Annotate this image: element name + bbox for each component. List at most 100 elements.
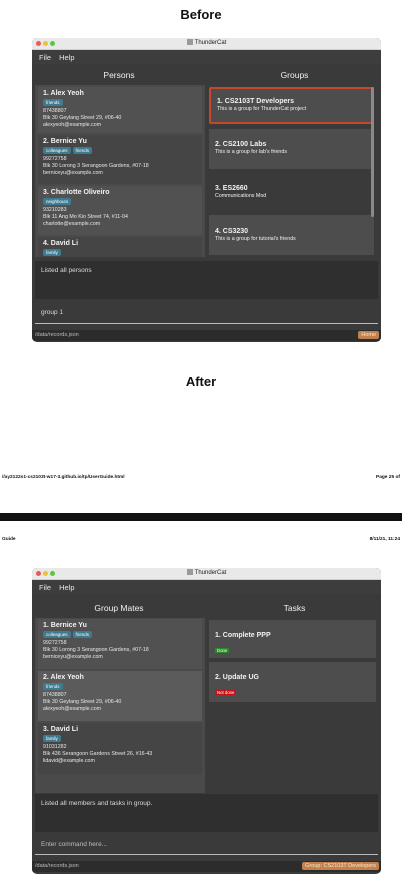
person-email: alexyeoh@example.com <box>43 122 102 128</box>
group-card[interactable]: 4. CS3230 This is a group for tutorial's… <box>209 215 374 255</box>
group-name: 3. ES2660 <box>215 185 248 192</box>
menu-file[interactable]: File <box>39 583 51 592</box>
command-box[interactable]: group 1 <box>35 304 378 324</box>
person-name: 2. Bernice Yu <box>43 138 87 145</box>
person-phone: 87438807 <box>43 692 67 698</box>
groups-scrollbar[interactable] <box>371 87 374 217</box>
tag-badge: friends <box>43 683 63 690</box>
group-description: This is a group for lab's friends <box>215 149 287 155</box>
person-email: lidavid@example.com <box>43 758 95 764</box>
person-address: Blk 30 Geylang Street 29, #06-40 <box>43 699 122 705</box>
group-card[interactable]: 3. ES2660 Communications Mod <box>209 173 374 213</box>
person-phone: 99272758 <box>43 156 67 162</box>
person-phone: 99272758 <box>43 640 67 646</box>
person-card[interactable]: 2. Alex Yeoh friends 87438807 Blk 30 Gey… <box>38 671 202 721</box>
window-title: ThunderCat <box>32 569 381 576</box>
persons-header: Persons <box>103 70 135 80</box>
person-address: Blk 11 Ang Mo Kio Street 74, #11-04 <box>43 214 128 220</box>
tag-badge: family <box>43 249 61 256</box>
person-name: 4. David Li <box>43 240 79 247</box>
result-display: Listed all persons <box>35 261 378 299</box>
tasks-header: Tasks <box>283 603 306 613</box>
task-card[interactable]: 2. Update UG Not done <box>209 662 376 702</box>
group-card-selected[interactable]: 1. CS2103T Developers This is a group fo… <box>209 87 374 124</box>
window-title-text: ThunderCat <box>194 570 227 576</box>
tasks-list[interactable]: 1. Complete PPP Done 2. Update UG Not do… <box>209 618 376 793</box>
person-card[interactable]: 1. Alex Yeoh friends 87438807 Blk 30 Gey… <box>38 87 202 133</box>
menu-help[interactable]: Help <box>59 583 74 592</box>
persons-list[interactable]: 1. Alex Yeoh friends 87438807 Blk 30 Gey… <box>35 85 205 257</box>
person-address: Blk 30 Geylang Street 29, #06-40 <box>43 115 122 121</box>
window-title-text: ThunderCat <box>194 40 227 46</box>
tag-badge: colleagues <box>43 631 71 638</box>
pdf-left-label: Guide <box>2 537 16 542</box>
window-title: ThunderCat <box>32 39 381 46</box>
group-mates-list[interactable]: 1. Bernice Yu colleagues friends 99272758… <box>35 618 205 793</box>
person-email: berniceyu@example.com <box>43 170 103 176</box>
group-name: 1. CS2103T Developers <box>217 98 295 105</box>
tag-badge: friends <box>72 147 93 154</box>
person-address: Blk 30 Lorong 3 Serangoon Gardens, #07-1… <box>43 647 149 653</box>
page-divider <box>0 513 402 521</box>
pdf-date: 8/11/21, 11:24 <box>369 537 400 542</box>
after-app-window: ThunderCat File Help Group Mates Tasks 1… <box>32 568 381 874</box>
group-description: This is a group for ThunderCat project <box>217 106 307 112</box>
person-address: Blk 30 Lorong 3 Serangoon Gardens, #07-1… <box>43 163 149 169</box>
group-name: 2. CS2100 Labs <box>215 141 267 148</box>
after-heading: After <box>185 374 217 389</box>
pdf-url: //ay2122s1-cs2103t-w17-3.github.io/tp/Us… <box>2 475 125 480</box>
tag-badge: neighbours <box>43 198 72 205</box>
status-bar: /data/records.json Home <box>32 330 381 341</box>
person-name: 3. David Li <box>43 726 79 733</box>
person-card[interactable]: 3. David Li family 91031282 Blk 436 Sera… <box>38 723 202 774</box>
person-name: 1. Alex Yeoh <box>43 90 84 97</box>
command-input[interactable]: Enter command here... <box>35 836 378 855</box>
menu-bar: File Help <box>32 50 381 64</box>
person-email: berniceyu@example.com <box>43 654 103 660</box>
task-status-not-done: Not done <box>215 690 237 695</box>
person-phone: 87438807 <box>43 108 67 114</box>
person-email: charlotte@example.com <box>43 221 101 227</box>
person-card[interactable]: 2. Bernice Yu colleagues friends 99272758… <box>38 135 202 184</box>
app-icon <box>186 569 193 575</box>
task-status-done: Done <box>215 648 230 653</box>
title-bar: ThunderCat <box>32 38 381 50</box>
result-display: Listed all members and tasks in group. <box>35 794 378 832</box>
group-description: Communications Mod <box>215 193 267 199</box>
person-card[interactable]: 4. David Li family <box>38 237 202 257</box>
before-heading: Before <box>180 7 222 22</box>
title-bar: ThunderCat <box>32 568 381 580</box>
menu-file[interactable]: File <box>39 53 51 62</box>
task-card[interactable]: 1. Complete PPP Done <box>209 620 376 658</box>
groups-header: Groups <box>280 70 309 80</box>
group-name: 4. CS3230 <box>215 228 249 235</box>
group-card[interactable]: 2. CS2100 Labs This is a group for lab's… <box>209 129 374 169</box>
person-card[interactable]: 1. Bernice Yu colleagues friends 99272758… <box>38 619 202 669</box>
person-email: alexyeoh@example.com <box>43 706 102 712</box>
tag-badge: friends <box>43 99 63 106</box>
task-name: 1. Complete PPP <box>215 632 271 639</box>
person-phone: 93210283 <box>43 207 67 213</box>
person-name: 1. Bernice Yu <box>43 622 87 629</box>
person-name: 3. Charlotte Oliveiro <box>43 189 110 196</box>
tag-badge: friends <box>72 631 93 638</box>
person-address: Blk 436 Serangoon Gardens Street 26, #16… <box>43 751 153 757</box>
group-mates-header: Group Mates <box>94 603 144 613</box>
person-phone: 91031282 <box>43 744 67 750</box>
before-app-window: ThunderCat File Help Persons Groups 1. A… <box>32 38 381 342</box>
file-path: /data/records.json <box>35 332 79 338</box>
task-name: 2. Update UG <box>215 674 259 681</box>
menu-help[interactable]: Help <box>59 53 74 62</box>
status-bar: /data/records.json Group: CS2103T Develo… <box>32 861 381 872</box>
person-card[interactable]: 3. Charlotte Oliveiro neighbours 9321028… <box>38 186 202 235</box>
pdf-page-number: Page 25 of <box>376 475 400 480</box>
view-badge: Home <box>358 331 379 339</box>
person-name: 2. Alex Yeoh <box>43 674 84 681</box>
groups-list[interactable]: 1. CS2103T Developers This is a group fo… <box>209 85 374 257</box>
tag-badge: colleagues <box>43 147 71 154</box>
view-badge: Group: CS2103T Developers <box>302 862 379 870</box>
app-icon <box>186 39 193 45</box>
group-description: This is a group for tutorial's friends <box>215 236 296 242</box>
tag-badge: family <box>43 735 61 742</box>
menu-bar: File Help <box>32 580 381 594</box>
